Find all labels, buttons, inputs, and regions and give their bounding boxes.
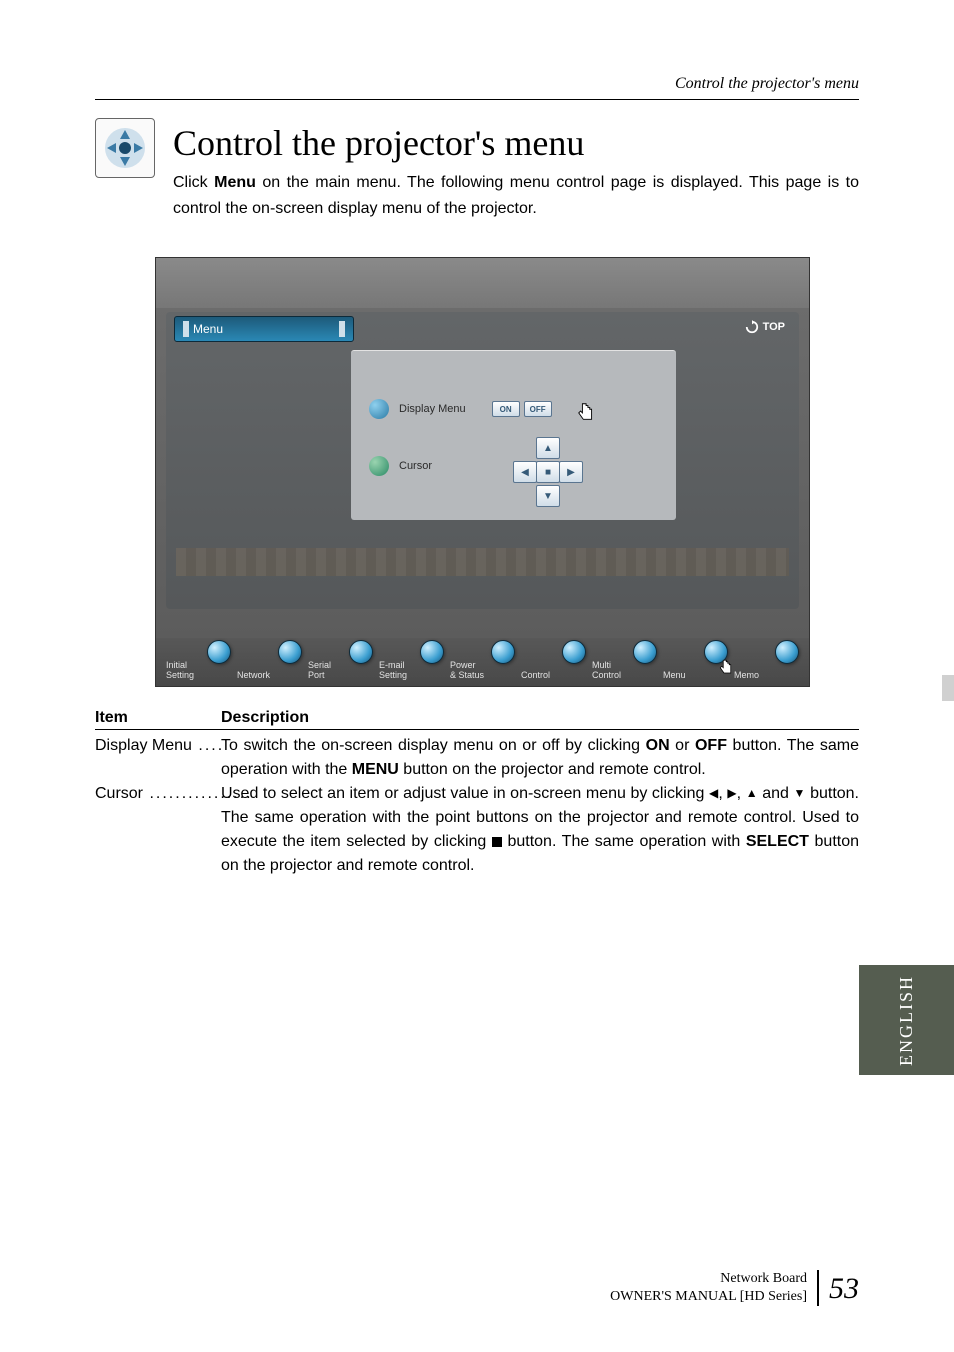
page-title: Control the projector's menu	[173, 122, 584, 164]
dpad: ▲ ▼ ◀ ▶ ■	[513, 437, 583, 507]
th-desc: Description	[221, 709, 309, 727]
nav-bar: Initial Setting Network Serial Port E-mail …	[160, 642, 805, 680]
nav-orb-icon	[562, 640, 586, 664]
dpad-up[interactable]: ▲	[536, 437, 560, 459]
page-stub	[942, 675, 954, 701]
on-button[interactable]: ON	[492, 401, 520, 417]
language-tab: ENGLISH	[859, 965, 954, 1075]
nav-label: Initial Setting	[166, 661, 231, 680]
dpad-right[interactable]: ▶	[559, 461, 583, 483]
table-body: Display Menu ....To switch the on-screen…	[95, 734, 859, 878]
nav-label: Control	[521, 671, 586, 680]
nav-item[interactable]: Serial Port	[306, 642, 375, 680]
row-desc: To switch the on-screen display menu on …	[221, 734, 859, 782]
hand-cursor-icon	[576, 401, 598, 423]
app-topbar	[156, 258, 809, 308]
table-row: Cursor ................Used to select an…	[95, 782, 859, 878]
nav-label: Power & Status	[450, 661, 515, 680]
nav-item[interactable]: Multi Control	[590, 642, 659, 680]
table-header: Item Description	[95, 709, 859, 730]
decorative-strip	[176, 548, 789, 576]
footer-line1: Network Board	[610, 1270, 807, 1288]
nav-label: Multi Control	[592, 661, 657, 680]
page-number: 53	[829, 1272, 859, 1306]
th-item: Item	[95, 709, 221, 727]
section-icon	[95, 118, 155, 178]
dpad-select[interactable]: ■	[536, 461, 560, 483]
menu-tab[interactable]: Menu	[174, 316, 354, 342]
inner-panel: Display Menu ON OFF Cursor ▲ ▼ ◀	[351, 350, 676, 520]
page-footer: Network Board OWNER'S MANUAL [HD Series]…	[610, 1270, 859, 1306]
row-item: Display Menu ....	[95, 734, 221, 782]
nav-label: Serial Port	[308, 661, 373, 680]
app-screenshot: Menu TOP Display Menu ON OFF	[155, 257, 810, 687]
nav-item[interactable]: Power & Status	[448, 642, 517, 680]
nav-orb-icon	[775, 640, 799, 664]
nav-item[interactable]: Network	[235, 642, 304, 680]
row-item: Cursor ................	[95, 782, 221, 878]
refresh-icon	[745, 320, 759, 334]
table-row: Display Menu ....To switch the on-screen…	[95, 734, 859, 782]
display-menu-label: Display Menu	[399, 403, 466, 415]
nav-label: E-mail Setting	[379, 661, 444, 680]
menu-tab-label: Menu	[193, 322, 223, 336]
cursor-row-icon	[369, 456, 389, 476]
running-header: Control the projector's menu	[95, 75, 859, 100]
cursor-label: Cursor	[399, 460, 432, 472]
nav-item[interactable]: Control	[519, 642, 588, 680]
nav-orb-icon	[278, 640, 302, 664]
dpad-down[interactable]: ▼	[536, 485, 560, 507]
nav-label: Memo	[734, 671, 799, 680]
app-panel: Menu TOP Display Menu ON OFF	[166, 312, 799, 609]
row-desc: Used to select an item or adjust value i…	[221, 782, 859, 878]
display-menu-icon	[369, 399, 389, 419]
footer-line2: OWNER'S MANUAL [HD Series]	[610, 1288, 807, 1306]
nav-item[interactable]: Memo	[732, 642, 801, 680]
nav-item[interactable]: Initial Setting	[164, 642, 233, 680]
dpad-left[interactable]: ◀	[513, 461, 537, 483]
footer-separator	[817, 1270, 819, 1306]
top-link[interactable]: TOP	[745, 320, 785, 334]
hand-cursor-icon-2	[718, 658, 736, 676]
off-button[interactable]: OFF	[524, 401, 552, 417]
nav-item[interactable]: E-mail Setting	[377, 642, 446, 680]
nav-label: Network	[237, 671, 302, 680]
intro-text: Click Menu on the main menu. The followi…	[173, 170, 859, 221]
